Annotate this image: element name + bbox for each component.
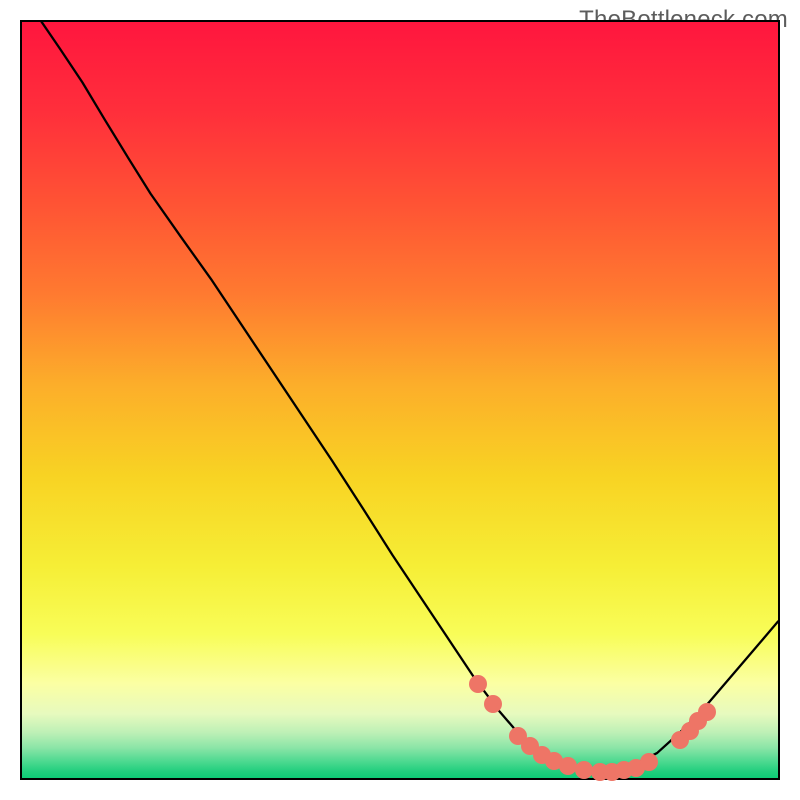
- marker-dot: [559, 757, 577, 775]
- marker-dot: [640, 753, 658, 771]
- chart-curve: [22, 22, 778, 778]
- chart-container: TheBottleneck.com: [0, 0, 800, 800]
- marker-dot: [698, 703, 716, 721]
- marker-dot: [469, 675, 487, 693]
- plot-area: [20, 20, 780, 780]
- marker-dot: [484, 695, 502, 713]
